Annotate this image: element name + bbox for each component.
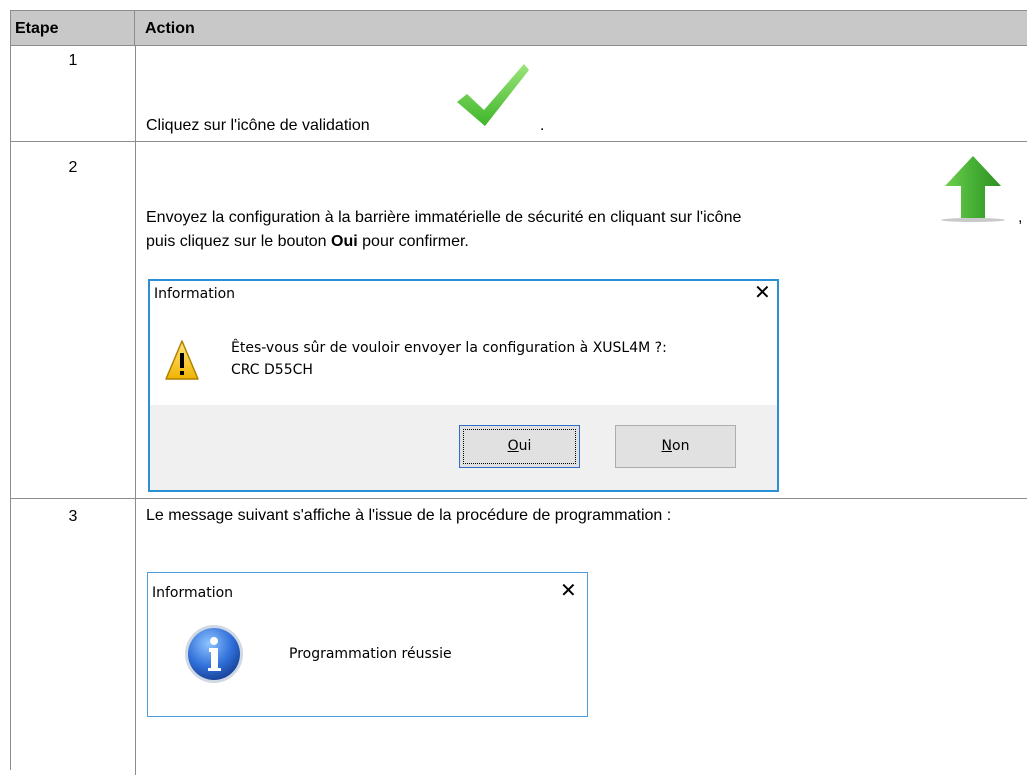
step-2-line-1: Envoyez la configuration à la barrière i… [146,209,742,226]
non-button[interactable]: Non [615,425,736,468]
green-checkmark-icon [457,64,529,126]
non-mnemonic: N [661,438,673,454]
success-dialog: Information ✕ Programmation réussie [147,572,588,717]
procedure-table: Etape Action 1 Cliquez sur l'icône de va… [10,10,1027,775]
header-action-label: Action [145,20,195,37]
header-cell-etape: Etape [11,11,135,45]
info-icon [185,625,243,683]
step-1-period: . [540,117,545,134]
dialog-title: Information [154,286,236,302]
step-3-text: Le message suivant s'affiche à l'issue d… [146,507,672,524]
step-2-line-2: puis cliquez sur le bouton Oui pour conf… [146,230,469,254]
row-divider-2 [11,498,1027,499]
step-number-3: 3 [68,508,78,525]
dialog-footer: Oui Non [150,405,777,490]
green-up-arrow-icon [941,156,1005,222]
step-1-instruction: Cliquez sur l'icône de validation [146,117,370,134]
column-divider [135,45,136,775]
close-icon[interactable]: ✕ [560,580,577,600]
dialog-message-line-2: CRC D55CH [231,362,313,378]
step-1-text: Cliquez sur l'icône de validation [146,114,370,138]
step-2-line-2-start: puis cliquez sur le bouton [146,233,327,250]
step-number-1: 1 [68,52,78,69]
header-etape-label: Etape [15,20,59,37]
step-2-line-2-end: pour confirmer. [362,233,469,250]
oui-label-rest: ui [518,438,532,454]
dialog-message-line-1: Êtes-vous sûr de vouloir envoyer la conf… [231,340,667,356]
dialog-message: Programmation réussie [289,646,452,662]
row-divider-1 [11,141,1027,142]
step-number-2: 2 [68,159,78,176]
oui-mnemonic: O [507,438,519,454]
oui-bold: Oui [331,233,358,250]
warning-icon [165,340,199,380]
oui-button[interactable]: Oui [459,425,580,468]
non-label-rest: on [672,438,690,454]
confirm-dialog: Information ✕ Êtes-vous sûr de vouloir e… [148,279,779,492]
step-2-comma: , [1018,209,1023,226]
close-icon[interactable]: ✕ [754,282,771,302]
table-header: Etape Action [11,10,1027,46]
dialog-title: Information [152,585,234,601]
